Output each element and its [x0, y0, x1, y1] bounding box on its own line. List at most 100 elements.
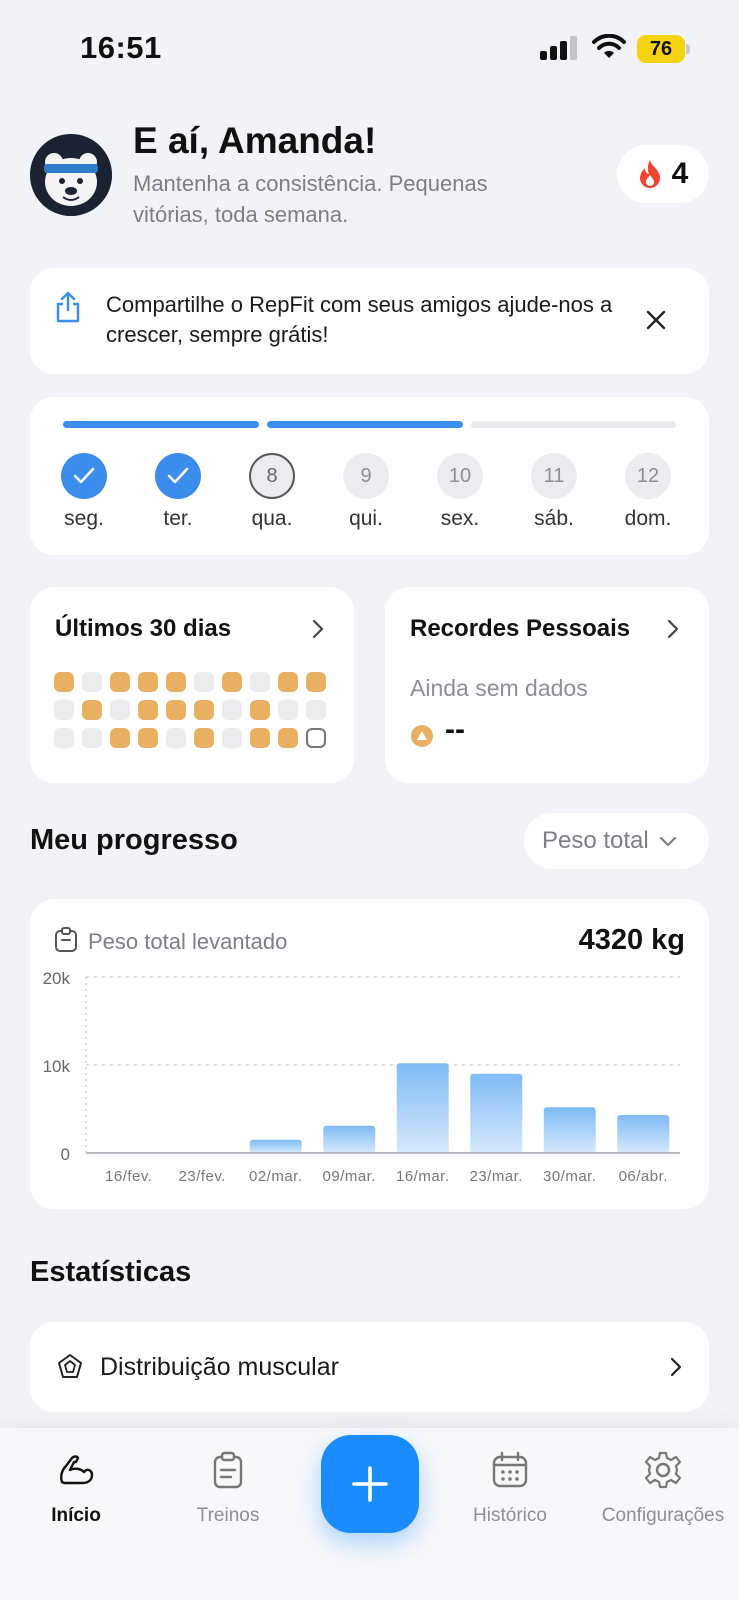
streak-count: 4: [671, 157, 689, 190]
activity-cell: [222, 700, 242, 720]
stats-row-label: Distribuição muscular: [100, 1353, 339, 1381]
check-icon: [167, 467, 189, 484]
close-icon[interactable]: [640, 304, 672, 336]
day-monday[interactable]: seg.: [49, 453, 119, 531]
bar: [543, 1107, 596, 1153]
activity-cell: [194, 700, 214, 720]
activity-grid: [54, 672, 326, 748]
tab-label: Início: [51, 1505, 101, 1526]
y-tick-label: 20k: [43, 969, 71, 988]
day-friday[interactable]: 10 sex.: [425, 453, 495, 531]
last-30-days-card[interactable]: Últimos 30 dias: [30, 587, 354, 783]
activity-cell: [138, 700, 158, 720]
x-tick-label: 16/fev.: [105, 1168, 152, 1185]
metric-select[interactable]: Peso total: [524, 813, 709, 869]
activity-cell: [110, 672, 130, 692]
day-wednesday[interactable]: 8 qua.: [237, 453, 307, 531]
activity-cell: [278, 672, 298, 692]
tab-configuracoes[interactable]: Configurações: [598, 1450, 728, 1527]
greeting-title: E aí, Amanda!: [133, 120, 377, 161]
x-tick-label: 06/abr.: [619, 1168, 668, 1185]
activity-cell: [194, 728, 214, 748]
tab-label: Configurações: [601, 1505, 725, 1526]
activity-cell: [110, 700, 130, 720]
personal-records-card[interactable]: Recordes Pessoais Ainda sem dados --: [385, 587, 709, 783]
share-banner[interactable]: Compartilhe o RepFit com seus amigos aju…: [30, 268, 709, 374]
records-value: --: [445, 713, 465, 746]
x-tick-label: 30/mar.: [543, 1168, 597, 1185]
share-banner-text: Compartilhe o RepFit com seus amigos aju…: [106, 292, 613, 347]
metric-select-value: Peso total: [542, 827, 649, 854]
activity-cell: [222, 672, 242, 692]
day-saturday[interactable]: 11 sáb.: [519, 453, 589, 531]
day-number: 11: [531, 453, 577, 499]
x-tick-label: 02/mar.: [249, 1168, 303, 1185]
activity-cell: [222, 728, 242, 748]
streak-badge[interactable]: 4: [617, 145, 709, 203]
x-tick-label: 23/fev.: [179, 1168, 226, 1185]
day-number: 9: [343, 453, 389, 499]
activity-cell: [54, 700, 74, 720]
day-thursday[interactable]: 9 qui.: [331, 453, 401, 531]
tab-inicio[interactable]: Início: [11, 1450, 141, 1527]
day-label: dom.: [624, 507, 672, 530]
activity-cell: [306, 700, 326, 720]
bar-chart: 0 10k 20k 16/fev. 23/fev. 02/mar. 09/mar. 16/ma…: [43, 969, 680, 1185]
tab-historico[interactable]: Histórico: [445, 1450, 575, 1527]
tab-treinos[interactable]: Treinos: [163, 1450, 293, 1527]
activity-cell: [166, 672, 186, 692]
muscle-distribution-row[interactable]: Distribuição muscular: [30, 1322, 709, 1412]
status-time: 16:51: [80, 30, 162, 65]
personal-records-title: Recordes Pessoais: [410, 615, 631, 642]
greeting-subtitle: Mantenha a consistência. Pequenas vitóri…: [133, 171, 488, 227]
wifi-icon: [592, 34, 626, 58]
week-progress-segment: [471, 421, 676, 428]
avatar[interactable]: [30, 134, 112, 216]
x-tick-label: 16/mar.: [396, 1168, 450, 1185]
activity-cell: [250, 728, 270, 748]
chevron-down-icon: [659, 836, 676, 847]
chevron-right-icon: [312, 619, 324, 639]
calendar-icon: [492, 1451, 528, 1488]
day-sunday[interactable]: 12 dom.: [613, 453, 683, 531]
day-label: ter.: [163, 507, 193, 530]
bar: [396, 1063, 449, 1153]
chart-label: Peso total levantado: [88, 929, 288, 954]
week-progress-segment: [63, 421, 259, 428]
activity-cell: [278, 700, 298, 720]
progress-title: Meu progresso: [30, 824, 238, 856]
activity-cell: [54, 672, 74, 692]
activity-cell: [306, 672, 326, 692]
activity-cell: [138, 728, 158, 748]
tab-label: Histórico: [473, 1505, 547, 1526]
fire-icon: [639, 160, 660, 188]
battery-icon: 76: [637, 35, 690, 63]
bar: [249, 1139, 302, 1153]
share-icon: [56, 291, 80, 323]
day-number: 8: [249, 453, 295, 499]
records-empty-text: Ainda sem dados: [410, 675, 588, 701]
activity-cell: [278, 728, 298, 748]
y-tick-label: 0: [61, 1145, 70, 1164]
battery-level: 76: [637, 35, 685, 63]
activity-cell: [194, 672, 214, 692]
chevron-right-icon: [667, 619, 679, 639]
day-label: seg.: [64, 507, 104, 530]
x-tick-label: 23/mar.: [469, 1168, 523, 1185]
day-tuesday[interactable]: ter.: [143, 453, 213, 531]
day-number: 12: [625, 453, 671, 499]
muscle-distribution-icon: [58, 1354, 82, 1378]
week-progress-segment: [267, 421, 463, 428]
progress-chart-card: Peso total levantado 4320 kg 0 10k 20k 16/f…: [30, 899, 709, 1209]
activity-cell: [82, 672, 102, 692]
activity-cell: [110, 728, 130, 748]
activity-cell: [82, 700, 102, 720]
polar-bear-icon: [30, 134, 112, 216]
gear-icon: [644, 1451, 682, 1489]
day-label: sex.: [440, 507, 480, 530]
add-workout-button[interactable]: [321, 1435, 419, 1533]
trophy-icon: [411, 725, 433, 747]
check-icon: [73, 467, 95, 484]
tab-label: Treinos: [196, 1505, 260, 1526]
clipboard-icon: [213, 1451, 243, 1489]
